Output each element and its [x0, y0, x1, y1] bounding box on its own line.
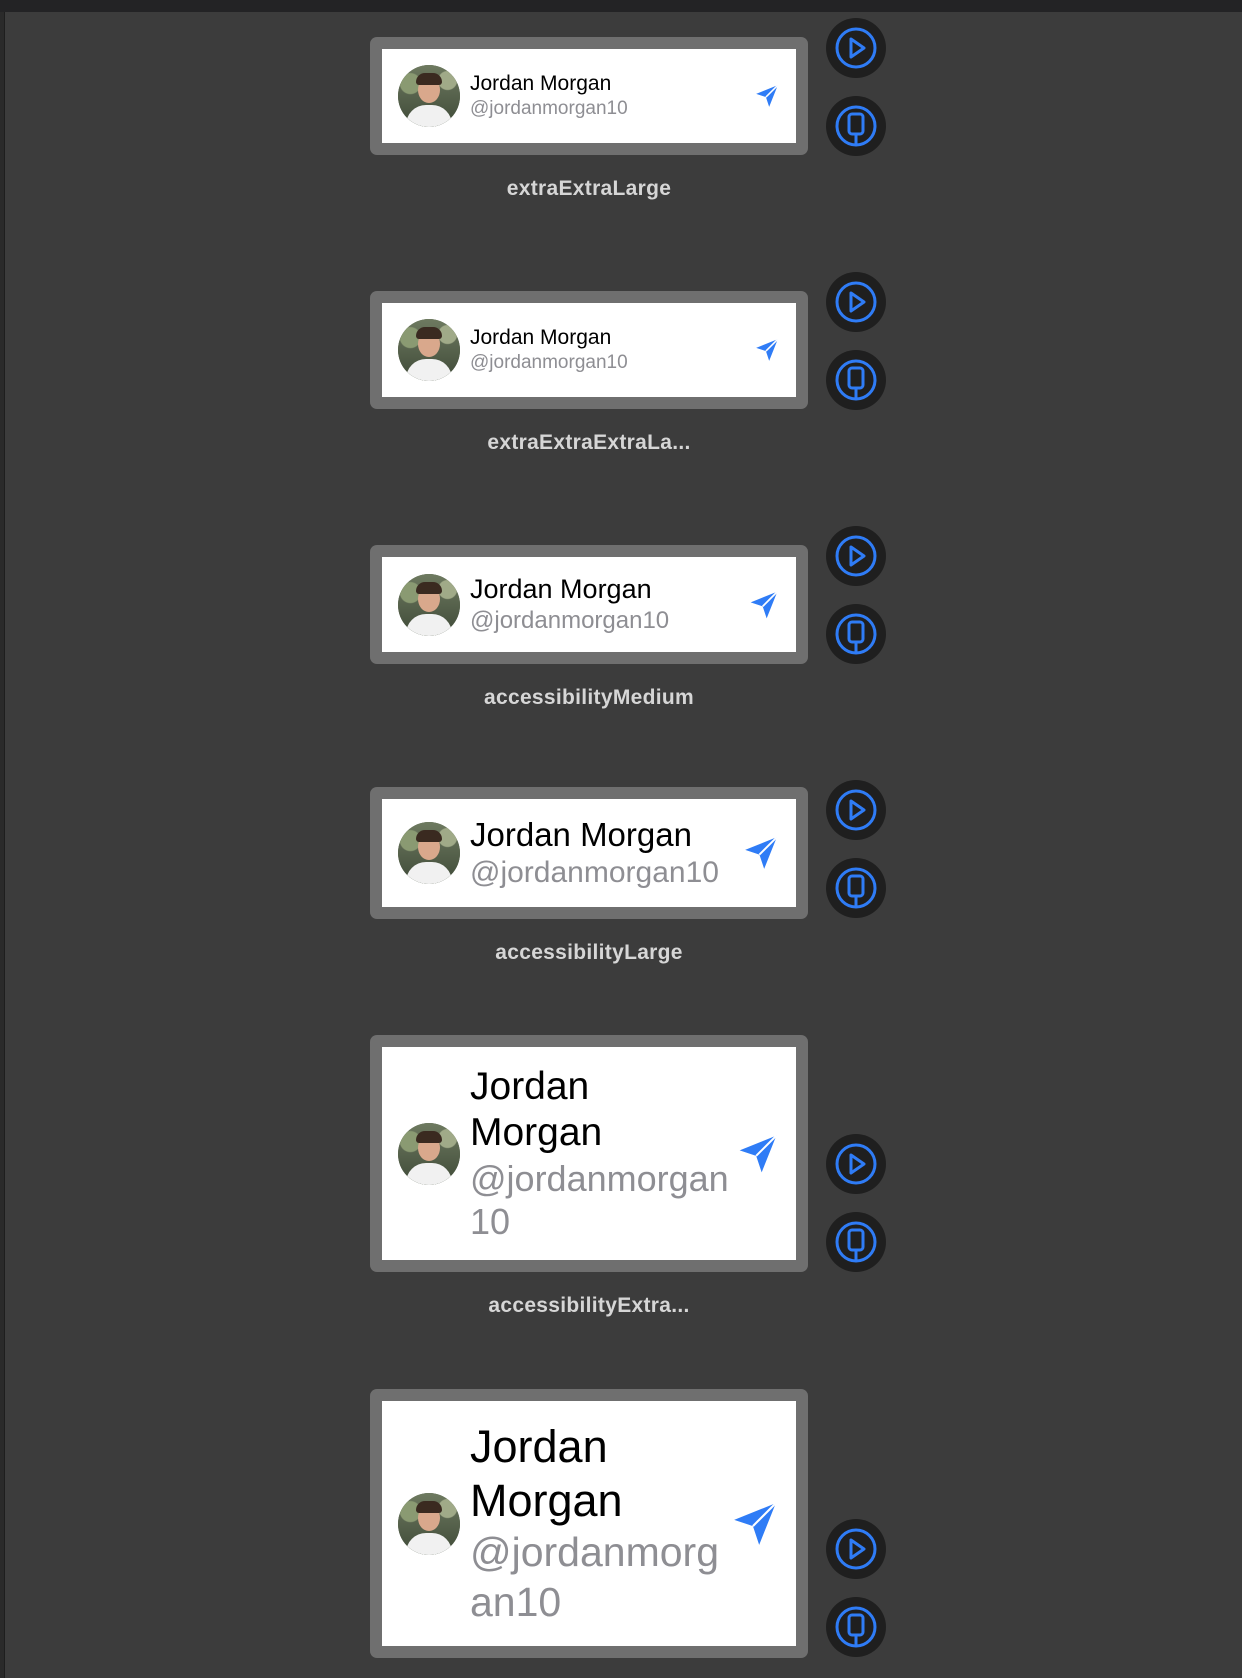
device-preview-icon [835, 1221, 877, 1263]
send-icon[interactable] [736, 1132, 780, 1176]
device-preview-button[interactable] [826, 604, 886, 664]
profile-card: Jordan Morgan @jordanmorgan10 [382, 49, 796, 143]
send-icon[interactable] [730, 1499, 780, 1549]
avatar [398, 65, 460, 127]
profile-handle-line: 10 [470, 1201, 511, 1243]
device-preview-icon [835, 1606, 877, 1648]
preview-frame: Jordan Morgan @jordanmorgan10 [370, 291, 808, 409]
profile-handle-line: @jordanmorgan [470, 1158, 729, 1200]
play-circle-icon [835, 1143, 877, 1185]
play-circle-icon [835, 789, 877, 831]
play-circle-icon [835, 27, 877, 69]
play-circle-icon [835, 1528, 877, 1570]
profile-card: Jordan Morgan @jordanmorgan10 [382, 799, 796, 907]
preview-accessibilityExtraLarge: Jordan Morgan @jordanmorgan 10 accessibi… [370, 1035, 808, 1318]
profile-card: Jordan Morgan @jordanmorgan10 [382, 557, 796, 652]
preview-frame: Jordan Morgan @jordanmorgan 10 [370, 1035, 808, 1272]
dynamic-type-label: extraExtraLarge [506, 177, 672, 200]
live-preview-button[interactable] [826, 272, 886, 332]
play-circle-icon [835, 281, 877, 323]
send-icon[interactable] [742, 834, 780, 872]
profile-handle-line: an10 [470, 1578, 562, 1625]
profile-handle: @jordanmorgan10 [470, 607, 670, 634]
preview-extraExtraLarge: Jordan Morgan @jordanmorgan10 extraExtra… [370, 37, 808, 201]
device-preview-icon [835, 359, 877, 401]
profile-name-line: Morgan [470, 1111, 603, 1155]
profile-card: Jordan Morgan @jordanmorgan 10 [382, 1047, 796, 1260]
avatar [398, 822, 460, 884]
device-preview-button[interactable] [826, 858, 886, 918]
dynamic-type-label: accessibilityMedium [484, 686, 694, 709]
preview-accessibilityMedium: Jordan Morgan @jordanmorgan10 accessibil… [370, 545, 808, 710]
avatar [398, 319, 460, 381]
live-preview-button[interactable] [826, 526, 886, 586]
live-preview-button[interactable] [826, 18, 886, 78]
play-circle-icon [835, 535, 877, 577]
preview-frame: Jordan Morgan @jordanmorg an10 [370, 1389, 808, 1658]
device-preview-button[interactable] [826, 96, 886, 156]
dynamic-type-label: accessibilityExtra... [488, 1294, 690, 1317]
device-preview-button[interactable] [826, 1597, 886, 1657]
preview-frame: Jordan Morgan @jordanmorgan10 [370, 37, 808, 155]
live-preview-button[interactable] [826, 1519, 886, 1579]
device-preview-icon [835, 613, 877, 655]
top-toolbar [0, 0, 1242, 12]
dynamic-type-label: extraExtraExtraLa... [487, 431, 691, 454]
device-preview-button[interactable] [826, 1212, 886, 1272]
profile-name-line: Jordan [470, 1064, 590, 1108]
device-preview-button[interactable] [826, 350, 886, 410]
profile-handle: @jordanmorgan10 [470, 856, 719, 889]
profile-handle: @jordanmorgan10 [470, 98, 628, 119]
send-icon[interactable] [748, 589, 780, 621]
profile-card: Jordan Morgan @jordanmorgan10 [382, 303, 796, 397]
preview-extraExtraExtraLarge: Jordan Morgan @jordanmorgan10 extraExtra… [370, 291, 808, 455]
profile-card: Jordan Morgan @jordanmorg an10 [382, 1401, 796, 1646]
left-panel-edge [0, 12, 5, 1678]
preview-frame: Jordan Morgan @jordanmorgan10 [370, 787, 808, 919]
device-preview-icon [835, 867, 877, 909]
dynamic-type-label: accessibilityLarge [495, 941, 683, 964]
preview-frame: Jordan Morgan @jordanmorgan10 [370, 545, 808, 664]
live-preview-button[interactable] [826, 1134, 886, 1194]
profile-handle: @jordanmorgan10 [470, 352, 628, 373]
profile-name-line: Morgan [470, 1475, 623, 1527]
send-icon[interactable] [754, 337, 780, 363]
preview-accessibilityLarge: Jordan Morgan @jordanmorgan10 accessibil… [370, 787, 808, 965]
profile-name-line: Jordan [470, 1421, 608, 1473]
avatar [398, 573, 460, 636]
profile-name: Jordan Morgan [470, 326, 612, 349]
profile-handle-line: @jordanmorg [470, 1529, 720, 1576]
profile-name: Jordan Morgan [470, 72, 612, 95]
send-icon[interactable] [754, 83, 780, 109]
preview-accessibilityExtraExtraLarge: Jordan Morgan @jordanmorg an10 [370, 1389, 808, 1658]
live-preview-button[interactable] [826, 780, 886, 840]
avatar [398, 1492, 460, 1555]
device-preview-icon [835, 105, 877, 147]
avatar [398, 1122, 460, 1185]
profile-name: Jordan Morgan [470, 816, 692, 853]
profile-name: Jordan Morgan [470, 574, 652, 604]
